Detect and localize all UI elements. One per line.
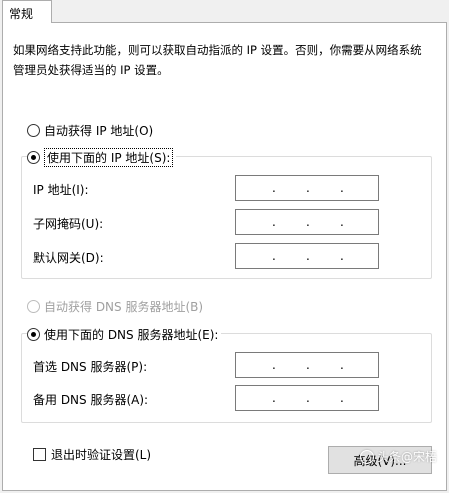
auto-dns-radio-circle[interactable] bbox=[27, 300, 40, 313]
ip-address-input[interactable]: ... bbox=[235, 175, 379, 201]
subnet-mask-label: 子网掩码(U): bbox=[33, 217, 104, 231]
manual-ip-radio[interactable]: 使用下面的 IP 地址(S): bbox=[27, 148, 177, 167]
preferred-dns-label: 首选 DNS 服务器(P): bbox=[33, 360, 148, 374]
auto-ip-radio-circle[interactable] bbox=[27, 124, 40, 137]
manual-dns-label: 使用下面的 DNS 服务器地址(E): bbox=[44, 328, 219, 342]
auto-ip-label: 自动获得 IP 地址(O) bbox=[44, 124, 154, 138]
auto-dns-label: 自动获得 DNS 服务器地址(B) bbox=[44, 300, 204, 314]
validate-checkbox-label: 退出时验证设置(L) bbox=[51, 448, 152, 462]
tab-general-label: 常规 bbox=[9, 7, 34, 21]
default-gateway-input[interactable]: ... bbox=[235, 243, 379, 269]
default-gateway-label: 默认网关(D): bbox=[33, 251, 104, 265]
manual-dns-radio[interactable]: 使用下面的 DNS 服务器地址(E): bbox=[27, 326, 222, 343]
preferred-dns-input[interactable]: ... bbox=[235, 352, 379, 378]
manual-ip-radio-circle[interactable] bbox=[27, 151, 40, 164]
alternate-dns-label: 备用 DNS 服务器(A): bbox=[33, 393, 149, 407]
auto-ip-radio[interactable]: 自动获得 IP 地址(O) bbox=[27, 122, 153, 139]
watermark-text: 头条@宋梧 bbox=[376, 450, 437, 464]
subnet-mask-input[interactable]: ... bbox=[235, 209, 379, 235]
tab-general[interactable]: 常规 bbox=[2, 0, 52, 23]
auto-dns-radio[interactable]: 自动获得 DNS 服务器地址(B) bbox=[27, 298, 203, 315]
watermark: 头条@宋梧 bbox=[359, 448, 437, 465]
watermark-logo-icon bbox=[359, 449, 374, 464]
manual-ip-label: 使用下面的 IP 地址(S): bbox=[44, 148, 174, 167]
alternate-dns-input[interactable]: ... bbox=[235, 385, 379, 411]
validate-on-exit-checkbox[interactable]: 退出时验证设置(L) bbox=[33, 446, 151, 463]
manual-dns-radio-circle[interactable] bbox=[27, 328, 40, 341]
ip-address-label: IP 地址(I): bbox=[33, 183, 89, 197]
description-text: 如果网络支持此功能，则可以获取自动指派的 IP 设置。否则，你需要从网络系统管理… bbox=[13, 43, 422, 77]
validate-checkbox-box[interactable] bbox=[33, 448, 46, 461]
